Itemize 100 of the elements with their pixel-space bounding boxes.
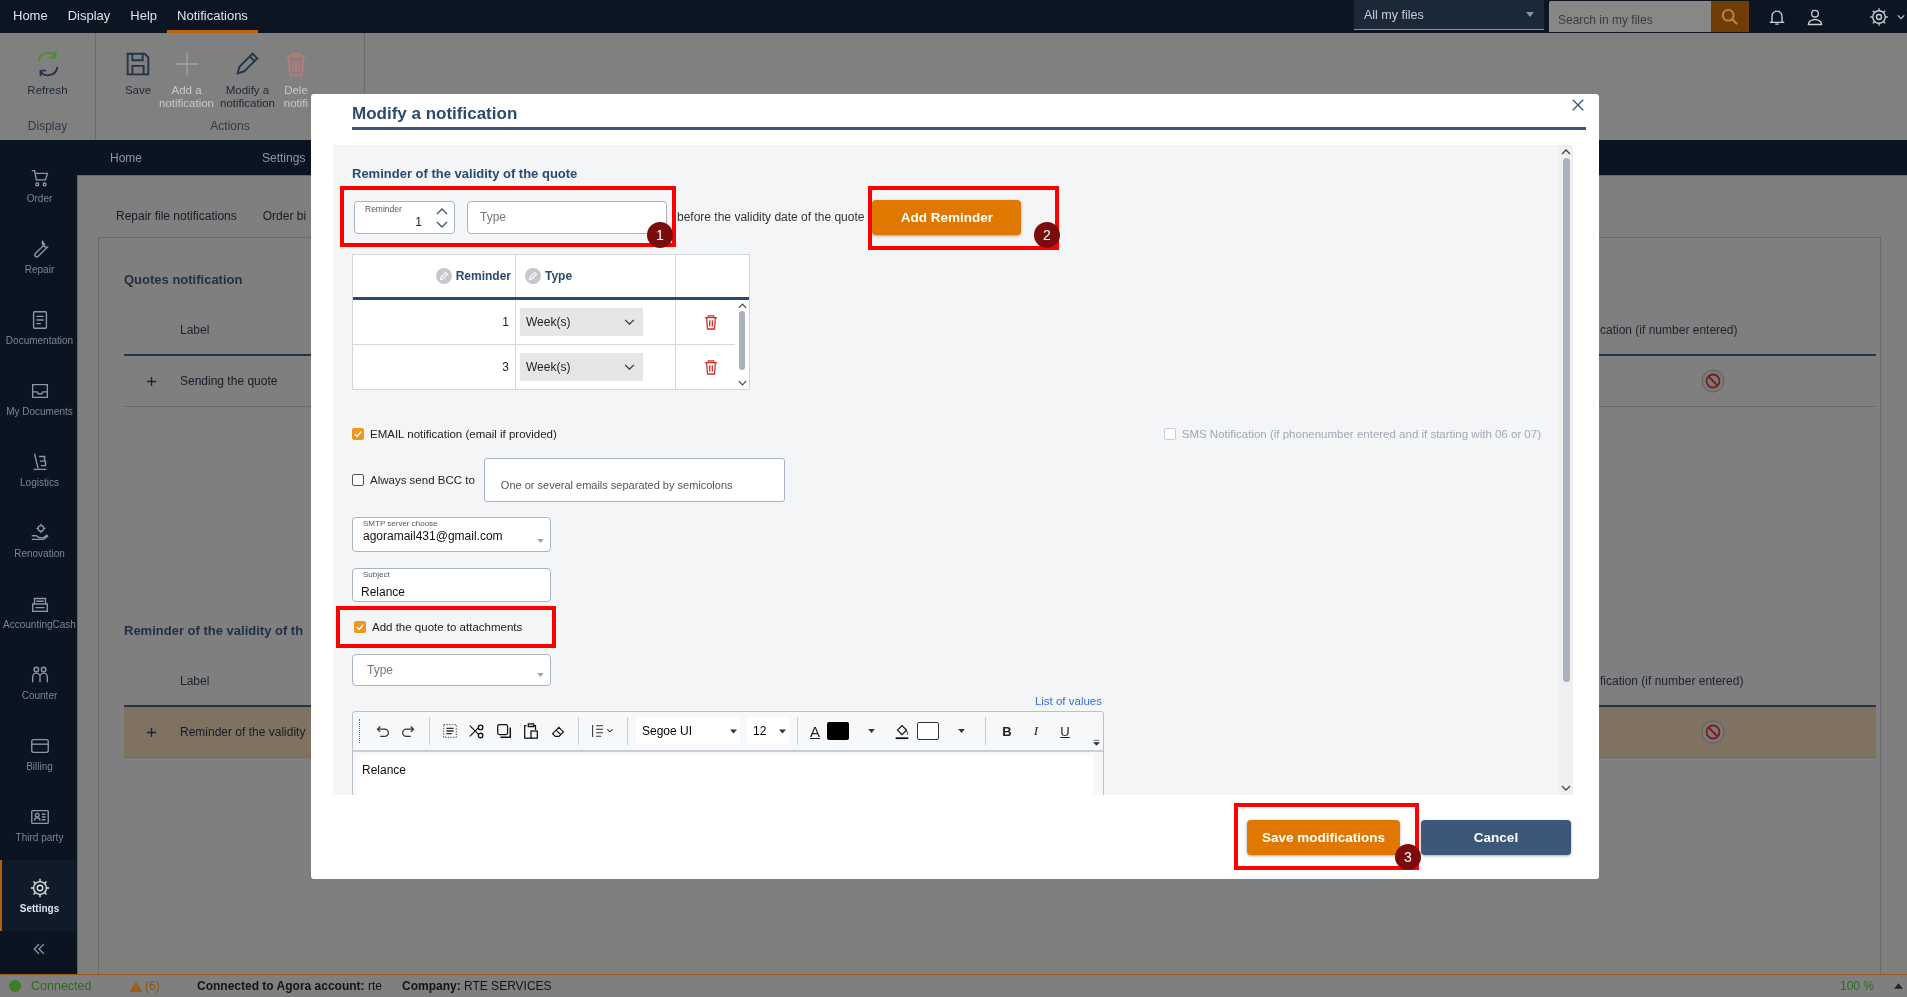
reminder-spinner[interactable]: Reminder 1 [354,200,455,234]
prohibited-icon [1701,720,1725,744]
ribbon-button[interactable]: Modify a notification [220,49,275,119]
table-cell: 1 [353,300,516,344]
caret-icon [730,728,737,734]
caret-icon[interactable] [868,729,875,733]
font-size-dropdown[interactable]: 12 [747,718,789,744]
sidebar-item[interactable]: Documentation [0,292,77,363]
close-icon[interactable] [1571,98,1585,112]
warning-icon [130,980,142,992]
table-cell: Reminder of the validity [180,725,306,739]
chevron-down-icon[interactable] [1561,785,1571,791]
dialog-title: Modify a notification [352,94,1586,130]
sidebar-item[interactable]: AccountingCash [0,576,77,647]
checkmark-icon [353,429,363,439]
account-info: Connected to Agora account: rte [197,979,383,993]
sub-tab[interactable]: Order bi [262,208,307,224]
subject-field[interactable]: Subject Relance [352,568,551,602]
table-cell: Sending the quote [180,374,278,388]
text-style-button[interactable]: B [994,723,1020,739]
company-info: Company: RTE SERVICES [402,979,553,993]
sidebar-item[interactable]: Settings [0,860,77,931]
sidebar-item[interactable]: Billing [0,718,77,789]
scrollbar[interactable] [1559,145,1573,795]
column-header: fication (if number entered) [1600,674,1744,688]
callout-number: 3 [1395,844,1421,870]
cancel-button[interactable]: Cancel [1421,820,1571,855]
menu-item[interactable]: Home [3,0,58,33]
caret-icon[interactable] [958,729,965,733]
prohibited-icon [1701,369,1725,393]
editor-text: Relance [362,763,407,777]
trash-icon[interactable] [703,314,718,330]
type-dropdown[interactable]: Week(s) [520,308,643,336]
connection-dot [9,980,21,992]
sidebar-item[interactable]: Third party [0,789,77,860]
column-header: Label [180,323,210,337]
sidebar-item[interactable]: Repair [0,221,77,292]
bcc-checkbox[interactable]: Always send BCC to [352,474,475,486]
sub-tab[interactable]: Repair file notifications [116,208,237,224]
trash-icon[interactable] [703,359,718,375]
chevron-up-icon[interactable] [1561,149,1571,155]
column-header: Reminder [353,255,516,297]
sidebar-item[interactable]: Renovation [0,505,77,576]
caret-icon [1526,12,1534,17]
type-dropdown[interactable]: Type [352,654,551,686]
chevron-down-icon[interactable] [737,380,747,386]
caret-icon [779,728,786,734]
column-header: Type [516,255,676,297]
search-icon [1721,7,1739,26]
connection-status: Connected [31,979,93,993]
caret-icon [537,539,544,543]
pencil-icon [525,268,541,284]
more-icon[interactable] [1093,739,1100,746]
table-cell: 3 [353,345,516,389]
menu-item[interactable]: Display [57,0,121,33]
warning-count: (6) [145,979,161,993]
caret-icon [537,673,544,677]
ribbon-button[interactable]: Refresh [27,49,68,119]
bcc-email-field[interactable]: One or several emails separated by semicolons [483,458,785,502]
expand-icon[interactable] [146,375,157,387]
font-color-swatch[interactable] [827,722,849,740]
group-label: Display [27,119,68,133]
zoom-level: 100 % [1839,979,1874,993]
hint-text: before the validity date of the quote [677,210,865,224]
smtp-server-dropdown[interactable]: SMTP server choose agoramail431@gmail.com [352,517,551,552]
chevron-icon[interactable] [1897,13,1905,20]
column-header: Label [180,674,210,688]
sidebar-item[interactable]: Logistics [0,434,77,505]
page-tab[interactable]: Settings [262,150,306,165]
column-header: cation (if number entered) [1600,323,1738,337]
fill-color-swatch[interactable] [917,722,939,740]
ribbon-button[interactable]: Save [123,49,153,119]
scope-dropdown[interactable]: All my files [1354,0,1544,30]
chevron-down-icon [624,363,635,371]
chevron-up-icon[interactable] [737,303,747,309]
section-title: Reminder of the validity of th [124,623,304,638]
settings-icon[interactable] [1869,6,1889,27]
checkmark-icon [355,622,365,632]
attach-quote-checkbox[interactable]: Add the quote to attachments [354,618,523,636]
search-field[interactable]: Search in my files [1549,1,1711,32]
page-tab[interactable]: Home [110,150,142,165]
menu-item[interactable]: Help [120,0,168,33]
section-title: Quotes notification [124,272,243,287]
sidebar-item[interactable]: My Documents [0,363,77,434]
search-button[interactable] [1711,1,1749,32]
font-color-button[interactable]: A [806,722,824,740]
sidebar-item[interactable]: Counter [0,647,77,718]
expand-icon[interactable] [146,726,157,738]
sidebar-item[interactable]: Order [0,150,77,221]
list-of-values-link[interactable]: List of values [1034,695,1102,709]
gear-icon [28,877,51,899]
chevron-down-icon [624,318,635,326]
type-dropdown[interactable]: Week(s) [520,353,643,381]
pencil-icon [435,268,452,284]
text-style-button[interactable]: I [1023,723,1049,739]
section-title: Reminder of the validity of the quote [352,166,579,183]
email-checkbox[interactable]: EMAIL notification (email if provided) [352,425,557,443]
text-style-button[interactable]: U [1052,723,1078,739]
font-dropdown[interactable]: Segoe UI [636,718,740,744]
group-label: Actions [210,119,250,133]
